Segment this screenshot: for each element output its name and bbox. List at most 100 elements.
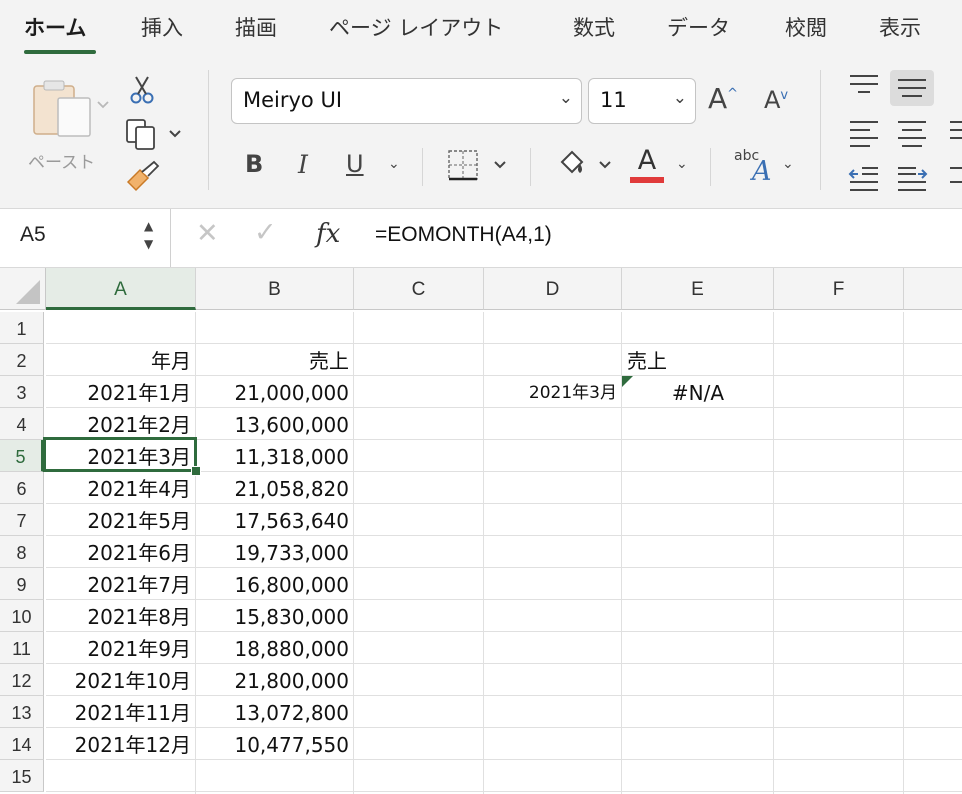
paste-label: ペースト — [28, 153, 96, 173]
row-header[interactable]: 7 — [0, 504, 44, 536]
column-header-d[interactable]: D — [484, 268, 622, 310]
select-all-corner[interactable] — [0, 268, 46, 310]
row-header[interactable]: 10 — [0, 600, 44, 632]
font-color-chevron-icon[interactable]: ⌄ — [676, 156, 688, 172]
decrease-font-size-button[interactable]: Av — [764, 86, 788, 114]
row-header[interactable]: 14 — [0, 728, 44, 760]
row-header[interactable]: 9 — [0, 568, 44, 600]
font-size-select[interactable]: 11 ⌄ — [588, 78, 696, 124]
cell-a2[interactable]: 年月 — [46, 344, 196, 376]
row-header[interactable]: 12 — [0, 664, 44, 696]
font-color-button[interactable]: A — [630, 146, 664, 183]
error-indicator-icon[interactable] — [622, 376, 634, 388]
cell-a3[interactable]: 2021年1月 — [46, 376, 196, 408]
cell-a13[interactable]: 2021年11月 — [46, 696, 196, 728]
cell-b10[interactable]: 15,830,000 — [196, 600, 354, 632]
cell-a8[interactable]: 2021年6月 — [46, 536, 196, 568]
cell-b7[interactable]: 17,563,640 — [196, 504, 354, 536]
cell-a9[interactable]: 2021年7月 — [46, 568, 196, 600]
cell-b2[interactable]: 売上 — [196, 344, 354, 376]
cell-b5[interactable]: 11,318,000 — [196, 440, 354, 472]
column-header-e[interactable]: E — [622, 268, 774, 310]
font-name-select[interactable]: Meiryo UI ⌄ — [231, 78, 582, 124]
copy-icon — [126, 119, 181, 150]
cell-a10[interactable]: 2021年8月 — [46, 600, 196, 632]
formula-input[interactable]: =EOMONTH(A4,1) — [375, 223, 552, 247]
fill-handle[interactable] — [191, 466, 201, 476]
tab-view[interactable]: 表示 — [879, 12, 921, 42]
italic-button[interactable]: I — [298, 150, 308, 179]
cancel-icon[interactable]: ✕ — [196, 218, 219, 249]
name-box-value: A5 — [20, 223, 46, 246]
borders-button[interactable] — [447, 148, 511, 186]
column-header-f[interactable]: F — [774, 268, 904, 310]
fill-color-button[interactable] — [556, 146, 616, 186]
alignment-group[interactable] — [846, 70, 962, 196]
chevron-down-icon: ⌄ — [558, 88, 573, 108]
text-effects-icon: A — [752, 156, 772, 187]
ribbon: ホーム 挿入 描画 ページ レイアウト 数式 データ 校閲 表示 ペースト Me… — [0, 0, 962, 208]
row-header[interactable]: 3 — [0, 376, 44, 408]
row-header[interactable]: 15 — [0, 760, 44, 792]
column-header-b[interactable]: B — [196, 268, 354, 310]
active-tab-indicator — [24, 50, 96, 54]
enter-check-icon[interactable]: ✓ — [254, 217, 277, 248]
select-all-triangle-icon — [16, 280, 40, 304]
cell-a4[interactable]: 2021年2月 — [46, 408, 196, 440]
column-header-g[interactable] — [904, 268, 962, 310]
insert-function-button[interactable]: fx — [316, 219, 340, 249]
tab-home[interactable]: ホーム — [24, 12, 86, 42]
cell-b11[interactable]: 18,880,000 — [196, 632, 354, 664]
cell-e2[interactable]: 売上 — [622, 344, 774, 376]
group-divider — [422, 148, 423, 186]
row-header[interactable]: 4 — [0, 408, 44, 440]
row-header[interactable]: 6 — [0, 472, 44, 504]
underline-options-chevron-icon[interactable]: ⌄ — [388, 156, 400, 172]
row-header[interactable]: 13 — [0, 696, 44, 728]
tab-page-layout[interactable]: ページ レイアウト — [329, 12, 503, 42]
cell-b14[interactable]: 10,477,550 — [196, 728, 354, 760]
cell-e3[interactable]: #N/A — [622, 376, 774, 408]
cell-b12[interactable]: 21,800,000 — [196, 664, 354, 696]
name-box[interactable]: A5 ▲ ▼ — [0, 209, 171, 267]
row-header[interactable]: 11 — [0, 632, 44, 664]
column-header-c[interactable]: C — [354, 268, 484, 310]
name-box-stepper-icon[interactable]: ▲ ▼ — [144, 217, 153, 253]
cell-a11[interactable]: 2021年9月 — [46, 632, 196, 664]
font-name-value: Meiryo UI — [243, 88, 343, 112]
cell-a5[interactable]: 2021年3月 — [46, 440, 196, 472]
cell-b4[interactable]: 13,600,000 — [196, 408, 354, 440]
cell-a7[interactable]: 2021年5月 — [46, 504, 196, 536]
scissors-icon — [130, 76, 154, 104]
cell-b8[interactable]: 19,733,000 — [196, 536, 354, 568]
tab-data[interactable]: データ — [667, 12, 730, 42]
format-painter-button[interactable] — [124, 160, 160, 198]
cell-a14[interactable]: 2021年12月 — [46, 728, 196, 760]
row-header[interactable]: 1 — [0, 312, 44, 344]
cell-a6[interactable]: 2021年4月 — [46, 472, 196, 504]
cell-b13[interactable]: 13,072,800 — [196, 696, 354, 728]
cell-b9[interactable]: 16,800,000 — [196, 568, 354, 600]
row-header[interactable]: 8 — [0, 536, 44, 568]
chevron-down-icon: ⌄ — [672, 88, 687, 108]
cell-b3[interactable]: 21,000,000 — [196, 376, 354, 408]
tab-draw[interactable]: 描画 — [235, 12, 277, 42]
cell-d3[interactable]: 2021年3月 — [484, 376, 622, 408]
borders-icon — [448, 150, 506, 181]
tab-formulas[interactable]: 数式 — [573, 12, 615, 42]
increase-font-size-button[interactable]: A^ — [708, 82, 738, 115]
row-header[interactable]: 2 — [0, 344, 44, 376]
underline-button[interactable]: U — [346, 150, 364, 178]
group-divider — [710, 148, 711, 186]
cut-button[interactable] — [128, 74, 156, 110]
tab-review[interactable]: 校閲 — [785, 12, 827, 42]
column-header-a[interactable]: A — [46, 268, 196, 310]
row-header[interactable]: 5 — [0, 440, 44, 472]
paste-button[interactable]: ペースト — [28, 78, 116, 173]
bold-button[interactable]: B — [245, 150, 263, 178]
copy-button[interactable] — [124, 118, 184, 154]
cell-a12[interactable]: 2021年10月 — [46, 664, 196, 696]
tab-insert[interactable]: 挿入 — [141, 12, 183, 42]
font-color-glyph: A — [637, 145, 657, 176]
cell-b6[interactable]: 21,058,820 — [196, 472, 354, 504]
